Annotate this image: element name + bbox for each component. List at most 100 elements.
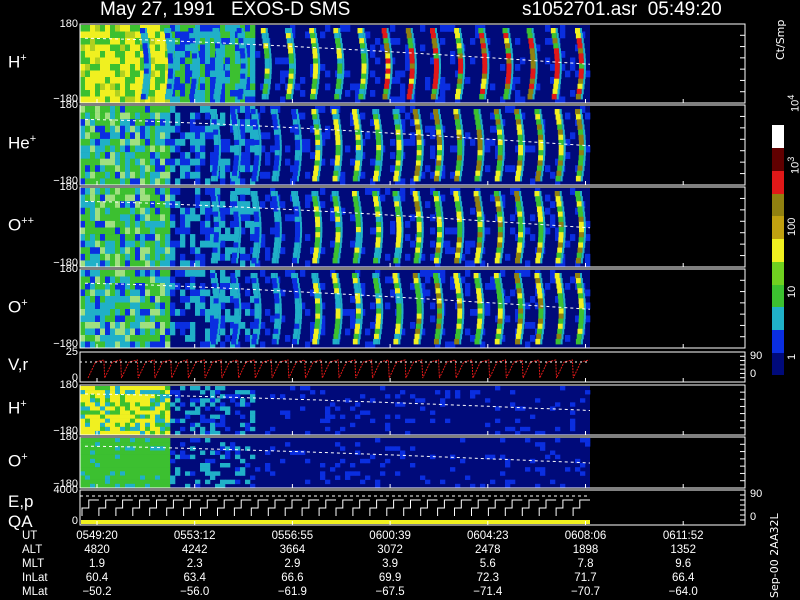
- heatmap-cell: [115, 83, 121, 91]
- spin-burst: [399, 283, 402, 289]
- heatmap-cell: [90, 247, 96, 255]
- heatmap-cell: [80, 270, 86, 277]
- spin-burst: [360, 78, 366, 85]
- heatmap-cell: [190, 471, 196, 476]
- heatmap-cell: [140, 296, 146, 303]
- spin-burst: [522, 323, 525, 330]
- heatmap-cell: [195, 158, 201, 166]
- heatmap-cell: [560, 31, 566, 39]
- spin-burst: [495, 119, 501, 125]
- heatmap-cell: [180, 328, 186, 336]
- spin-burst: [360, 216, 363, 223]
- spin-burst: [273, 247, 279, 254]
- spin-burst: [392, 109, 398, 115]
- heatmap-cell: [155, 341, 161, 349]
- spin-burst: [274, 318, 280, 325]
- heatmap-cell: [250, 25, 256, 32]
- spin-burst: [293, 328, 299, 335]
- heatmap-cell: [95, 260, 101, 268]
- spin-burst: [210, 114, 216, 120]
- spin-burst: [254, 308, 260, 314]
- spin-burst: [576, 201, 582, 207]
- heatmap-cell: [145, 201, 151, 209]
- spin-burst: [143, 58, 149, 64]
- spin-burst: [238, 323, 241, 330]
- heatmap-cell: [155, 31, 161, 39]
- spin-burst: [314, 160, 320, 166]
- spin-burst: [496, 328, 502, 335]
- spin-burst: [196, 53, 199, 59]
- heatmap-cell: [150, 442, 156, 447]
- spin-burst: [457, 227, 463, 233]
- spin-burst: [479, 93, 485, 100]
- spin-burst: [381, 227, 384, 233]
- heatmap-cell: [115, 70, 121, 78]
- heatmap-cell: [230, 51, 236, 58]
- heatmap-cell: [350, 463, 356, 468]
- heatmap-cell: [155, 178, 161, 186]
- spin-burst: [580, 175, 583, 182]
- heatmap-cell: [115, 188, 121, 195]
- heatmap-cell: [140, 201, 146, 209]
- heatmap-cell: [120, 57, 126, 65]
- spin-burst: [300, 308, 303, 314]
- heatmap-cell: [140, 322, 146, 329]
- spin-burst: [336, 191, 339, 197]
- spin-burst: [373, 170, 379, 177]
- heatmap-cell: [110, 132, 116, 140]
- spin-burst: [480, 88, 486, 95]
- heatmap-cell: [85, 119, 91, 127]
- heatmap-cell: [140, 398, 146, 403]
- heatmap-cell: [80, 341, 86, 349]
- spin-burst: [218, 318, 221, 325]
- spin-burst: [273, 129, 279, 136]
- spin-burst: [462, 303, 465, 309]
- heatmap-cell: [180, 322, 186, 329]
- heatmap-cell: [80, 289, 86, 297]
- spin-burst: [355, 216, 361, 223]
- spin-burst: [232, 252, 238, 259]
- heatmap-cell: [150, 458, 156, 464]
- heatmap-cell: [485, 145, 491, 153]
- heatmap-cell: [200, 414, 206, 419]
- spin-burst: [359, 38, 365, 44]
- heatmap-cell: [205, 220, 211, 228]
- heatmap-cell: [245, 253, 251, 261]
- spin-burst: [297, 170, 300, 177]
- heatmap-cell: [175, 96, 181, 104]
- heatmap-cell: [85, 322, 91, 329]
- spin-burst: [406, 33, 412, 39]
- heatmap-cell: [200, 418, 206, 424]
- spin-burst: [521, 288, 524, 294]
- spin-burst: [441, 129, 444, 136]
- heatmap-cell: [150, 270, 156, 277]
- heatmap-cell: [485, 227, 491, 235]
- spin-burst: [523, 221, 526, 228]
- heatmap-cell: [520, 426, 526, 432]
- heatmap-cell: [300, 77, 306, 84]
- spin-burst: [537, 129, 543, 136]
- heatmap-cell: [180, 418, 186, 424]
- heatmap-cell: [80, 309, 86, 316]
- heatmap-cell: [225, 426, 231, 432]
- spin-burst: [454, 28, 460, 34]
- heatmap-cell: [155, 227, 161, 235]
- heatmap-cell: [220, 296, 226, 303]
- spin-burst: [442, 308, 445, 314]
- spin-burst: [502, 216, 505, 223]
- spin-burst: [509, 38, 512, 44]
- heatmap-cell: [115, 471, 121, 476]
- heatmap-cell: [245, 90, 251, 97]
- spin-burst: [415, 124, 421, 130]
- spin-burst: [294, 293, 300, 299]
- spin-burst: [375, 323, 381, 330]
- heatmap-cell: [390, 446, 396, 451]
- spin-burst: [419, 201, 422, 207]
- heatmap-cell: [125, 410, 131, 415]
- spin-burst: [331, 109, 337, 115]
- heatmap-cell: [150, 152, 156, 159]
- spin-burst: [288, 68, 294, 75]
- spin-burst: [536, 201, 542, 207]
- spin-burst: [253, 328, 259, 335]
- spin-burst: [279, 221, 282, 228]
